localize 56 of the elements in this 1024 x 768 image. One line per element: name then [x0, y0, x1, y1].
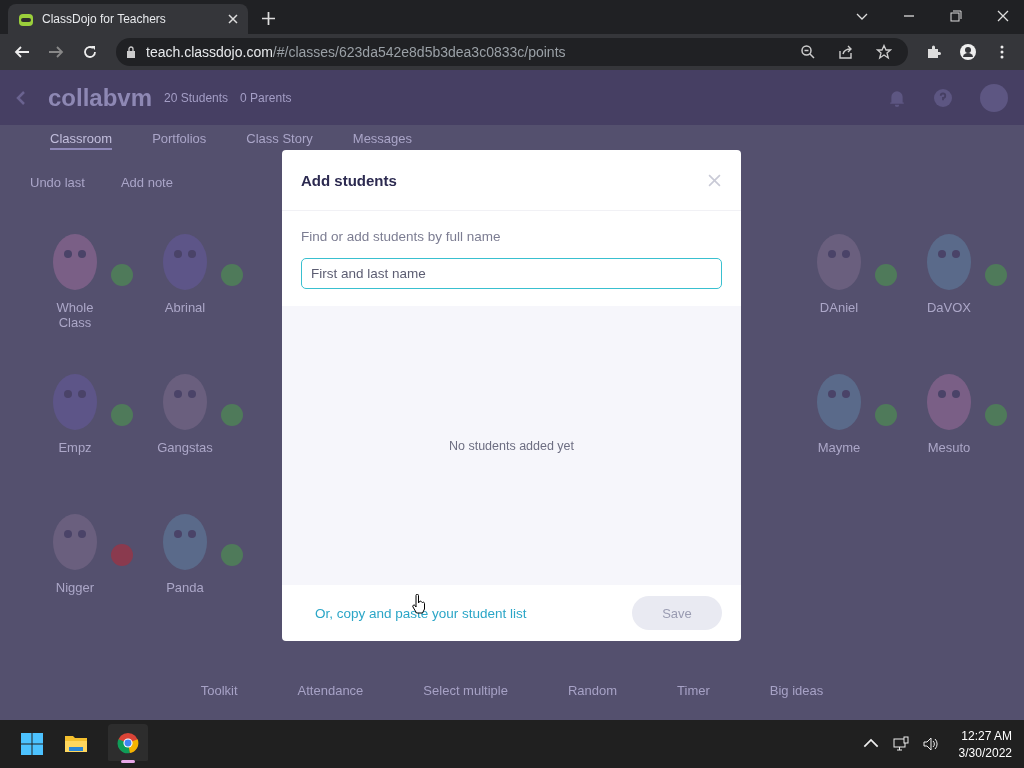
class-name: collabvm: [48, 83, 153, 112]
points-badge: [875, 264, 897, 286]
action-button[interactable]: Add note: [120, 175, 173, 190]
tab-title: ClassDojo for Teachers: [42, 12, 167, 26]
clock-date[interactable]: 3/30/2022: [958, 745, 1012, 760]
chrome-taskbar-button[interactable]: [108, 724, 148, 764]
lock-icon: [126, 46, 136, 58]
toolbar-button[interactable]: Attendance: [297, 683, 364, 698]
points-badge: [985, 404, 1007, 426]
student-name: Gangstas: [156, 440, 214, 455]
dojo-logo-icon: [18, 11, 34, 27]
toolbar-button[interactable]: Toolkit: [200, 683, 238, 698]
student-name: DAniel: [818, 300, 860, 315]
student-name: Panda: [165, 580, 205, 595]
empty-message: No students added yet: [448, 438, 575, 453]
browser-tab[interactable]: ClassDojo for Teachers: [8, 4, 248, 34]
student-name: DaVOX: [925, 300, 973, 315]
points-badge: [985, 264, 1007, 286]
new-tab-icon[interactable]: [262, 12, 275, 25]
name-input-field[interactable]: First and last name: [301, 258, 722, 289]
toolbar-button[interactable]: Big ideas: [769, 683, 824, 698]
parents-count[interactable]: 0 Parents: [240, 90, 292, 105]
points-badge: [221, 544, 243, 566]
field-label: Find or add students by full name: [301, 229, 502, 244]
page-tab[interactable]: Messages: [352, 131, 413, 150]
toolbar-button[interactable]: Random: [567, 683, 618, 698]
student-name: Abrinal: [163, 300, 207, 315]
student-name: Mesuto: [926, 440, 972, 455]
restore-icon[interactable]: [950, 10, 962, 22]
student-name: Whole Class: [55, 300, 95, 330]
page-tab[interactable]: Class Story: [246, 131, 313, 150]
close-icon[interactable]: [997, 10, 1009, 22]
page-tab[interactable]: Portfolios: [152, 131, 207, 150]
network-icon[interactable]: [892, 736, 909, 752]
close-icon[interactable]: [228, 14, 238, 24]
url-text: teach.classdojo.com/#/classes/623da542e8d5b3dea3c0833c/points: [146, 44, 566, 60]
points-badge: [111, 544, 133, 566]
students-count[interactable]: 20 Students: [164, 90, 229, 105]
toolbar-button[interactable]: Select multiple: [423, 683, 508, 698]
student-name: Empz: [57, 440, 93, 455]
toolbar-button[interactable]: Timer: [677, 683, 710, 698]
speaker-icon[interactable]: [922, 736, 939, 752]
points-badge: [875, 404, 897, 426]
points-badge: [111, 404, 133, 426]
address-bar[interactable]: teach.classdojo.com/#/classes/623da542e8d5b3dea3c0833c/points: [116, 38, 908, 66]
action-button[interactable]: Undo last: [30, 175, 85, 190]
dialog-title: Add students: [301, 171, 397, 189]
student-name: Nigger: [54, 580, 96, 595]
student-name: Mayme: [816, 440, 862, 455]
chrome-icon: [117, 731, 139, 754]
page-tab[interactable]: Classroom: [50, 131, 113, 150]
points-badge: [111, 264, 133, 286]
points-badge: [221, 404, 243, 426]
points-badge: [221, 264, 243, 286]
start-icon[interactable]: [20, 732, 44, 756]
clock-time[interactable]: 12:27 AM: [961, 728, 1012, 743]
